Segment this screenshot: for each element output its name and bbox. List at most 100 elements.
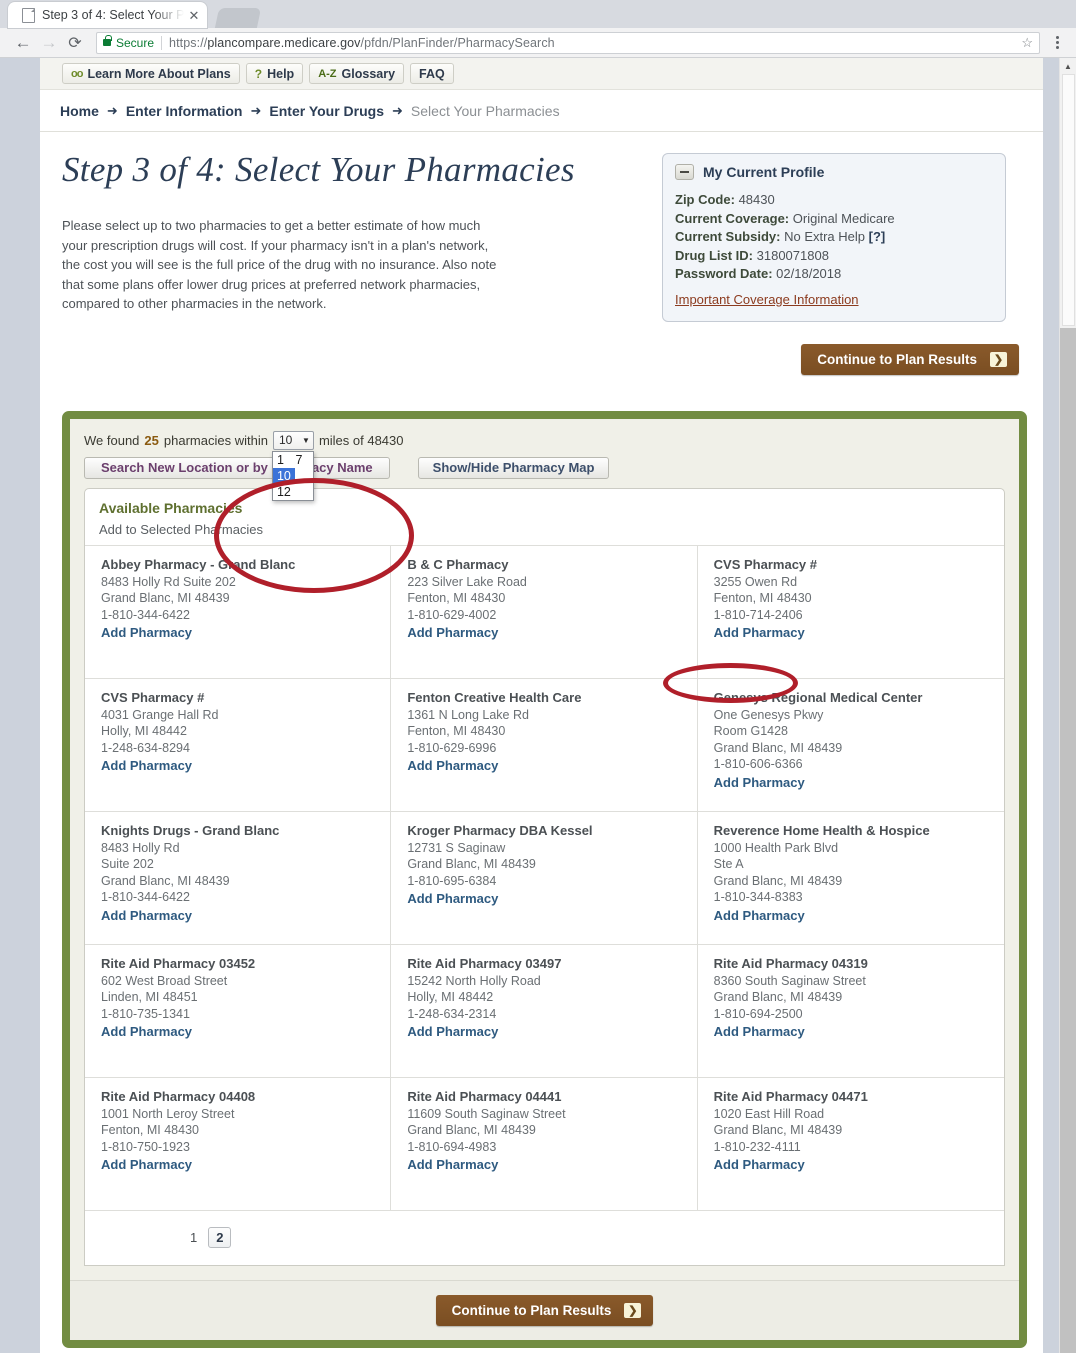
scroll-up-icon[interactable]: ▲ [1060,58,1076,74]
page-title: Step 3 of 4: Select Your Pharmacies [62,150,575,189]
breadcrumb-item-enter-your-drugs[interactable]: Enter Your Drugs [269,103,384,119]
add-pharmacy-link[interactable]: Add Pharmacy [714,908,805,923]
pharmacy-address-line: 11609 South Saginaw Street [407,1106,566,1121]
glossary-button[interactable]: A-Z Glossary [309,63,405,84]
add-pharmacy-link[interactable]: Add Pharmacy [407,891,498,906]
profile-row-password-date: Password Date: 02/18/2018 [675,265,993,284]
add-pharmacy-link[interactable]: Add Pharmacy [407,625,498,640]
pharmacy-address-line: Fenton, MI 48430 [713,591,812,605]
add-pharmacy-link[interactable]: Add Pharmacy [714,775,805,790]
faq-button[interactable]: FAQ [410,63,454,84]
chevron-down-icon: ▼ [302,435,310,445]
pharmacy-card: Genesys Regional Medical Center One Gene… [697,677,1004,811]
pharmacy-address-line: 1361 N Long Lake Rd [407,707,529,722]
add-pharmacy-link[interactable]: Add Pharmacy [101,1024,192,1039]
pharmacy-address-line: Fenton, MI 48430 [407,724,506,738]
add-pharmacy-link[interactable]: Add Pharmacy [101,1157,192,1172]
pharmacy-phone: 1-810-344-6422 [101,607,190,622]
back-icon[interactable]: ← [10,30,36,56]
pharmacy-name: Rite Aid Pharmacy 04408 [101,1088,256,1104]
scrollbar-track-lower[interactable] [1060,328,1076,1353]
help-button[interactable]: ? Help [245,63,304,84]
add-pharmacy-link[interactable]: Add Pharmacy [101,758,192,773]
continue-to-plan-results-button-bottom[interactable]: Continue to Plan Results ❯ [435,1294,654,1326]
pharmacy-address-line: Holly, MI 48442 [101,724,187,738]
page-scrollbar[interactable]: ▲ [1059,58,1076,1353]
address-bar[interactable]: Secure https://plancompare.medicare.gov/… [96,31,1040,54]
breadcrumb-item-home[interactable]: Home [60,103,99,119]
pharmacy-name: CVS Pharmacy # [713,556,817,572]
profile-value-coverage: Original Medicare [792,210,895,226]
radius-option-10[interactable]: 10 [272,467,295,484]
add-pharmacy-link[interactable]: Add Pharmacy [101,908,192,923]
hero-right-column: My Current Profile Zip Code: 48430 Curre… [662,150,1021,322]
show-hide-pharmacy-map-button[interactable]: Show/Hide Pharmacy Map [417,456,610,479]
add-pharmacy-link[interactable]: Add Pharmacy [407,1024,498,1039]
radius-select-dropdown[interactable]: 1 7 10 12 [271,450,314,501]
pharmacy-phone: 1-810-750-1923 [101,1139,190,1154]
address-bar-url: https://plancompare.medicare.gov/pfdn/Pl… [169,36,555,50]
scrollbar-thumb[interactable] [1062,74,1075,326]
pharmacy-card: Rite Aid Pharmacy 04408 1001 North Leroy… [85,1076,392,1210]
browser-menu-icon[interactable] [1048,36,1066,49]
pharmacy-address-line: Grand Blanc, MI 48439 [713,873,843,888]
collapse-icon[interactable] [675,164,694,180]
pharmacy-address-line: Grand Blanc, MI 48439 [101,591,230,605]
pharmacy-name: Knights Drugs - Grand Blanc [101,822,280,838]
pharmacy-address-line: Grand Blanc, MI 48439 [101,873,230,888]
radius-selected-value: 10 [278,433,293,447]
search-new-location-button[interactable]: Search New Location or by Pharmacy Name [84,456,390,479]
radius-select[interactable]: 10 ▼ [272,430,314,450]
pharmacy-grid: Abbey Pharmacy - Grand Blanc 8483 Holly … [85,544,1004,1210]
breadcrumb-item-enter-information[interactable]: Enter Information [126,103,243,119]
pagination-page-2[interactable]: 2 [208,1227,232,1248]
radius-option-7[interactable]: 7 [292,452,307,468]
pagination-page-1[interactable]: 1 [190,1230,197,1245]
pharmacy-address-line: 8483 Holly Rd Suite 202 [101,574,236,589]
radius-option-1[interactable]: 1 [273,452,288,468]
hero-left-column: Step 3 of 4: Select Your Pharmacies Plea… [62,150,662,322]
profile-row-subsidy: Current Subsidy: No Extra Help [?] [675,228,993,247]
glasses-icon: oo [71,67,83,80]
important-coverage-information-link[interactable]: Important Coverage Information [675,292,859,307]
add-pharmacy-link[interactable]: Add Pharmacy [101,625,192,640]
radius-option-12[interactable]: 12 [273,484,295,500]
pharmacy-address-line: Grand Blanc, MI 48439 [713,1123,843,1137]
add-pharmacy-link[interactable]: Add Pharmacy [407,758,498,773]
found-middle: pharmacies within [163,432,268,448]
breadcrumb-item-select-your-pharmacies: Select Your Pharmacies [410,102,560,119]
browser-toolbar: ← → ⟳ Secure https://plancompare.medicar… [0,28,1076,58]
add-pharmacy-link[interactable]: Add Pharmacy [714,625,805,640]
subsidy-help-icon[interactable]: [?] [869,229,886,244]
profile-label-zip: Zip Code: [675,192,735,207]
available-pharmacies-subheading: Add to Selected Pharmacies [99,521,264,537]
pharmacy-address-line: Grand Blanc, MI 48439 [713,990,843,1004]
add-pharmacy-link[interactable]: Add Pharmacy [714,1157,805,1172]
pharmacy-address-line: 4031 Grange Hall Rd [101,707,219,722]
pharmacy-address-line: 602 West Broad Street [101,973,228,988]
help-label: Help [267,66,295,81]
new-tab-button[interactable] [215,8,262,28]
browser-tab[interactable]: Step 3 of 4: Select Your P ✕ [8,2,208,28]
profile-value-zip: 48430 [738,192,775,207]
add-pharmacy-link[interactable]: Add Pharmacy [714,1024,805,1039]
pharmacy-phone: 1-810-232-4111 [713,1139,801,1154]
pharmacy-card: Rite Aid Pharmacy 04441 11609 South Sagi… [391,1076,698,1210]
glossary-label: Glossary [341,66,396,81]
pharmacy-name: Rite Aid Pharmacy 04319 [713,955,868,971]
add-pharmacy-link[interactable]: Add Pharmacy [407,1157,498,1172]
pharmacy-address-line: Ste A [713,857,744,871]
forward-icon[interactable]: → [36,30,62,56]
close-icon[interactable]: ✕ [188,9,199,22]
pharmacy-address-line: Grand Blanc, MI 48439 [713,740,843,755]
continue-to-plan-results-button-top[interactable]: Continue to Plan Results ❯ [801,343,1019,375]
learn-more-about-plans-button[interactable]: oo Learn More About Plans [62,63,240,84]
pharmacy-address-line: 8483 Holly Rd [101,840,180,855]
reload-icon[interactable]: ⟳ [62,30,88,56]
chevron-right-icon: ➜ [392,102,403,118]
pharmacy-phone: 1-810-606-6366 [713,757,803,771]
bookmark-star-icon[interactable]: ☆ [1021,35,1033,51]
pharmacy-phone: 1-810-629-6996 [407,740,497,755]
pharmacy-address-line: One Genesys Pkwy [713,707,824,722]
tab-title: Step 3 of 4: Select Your P [42,8,185,22]
